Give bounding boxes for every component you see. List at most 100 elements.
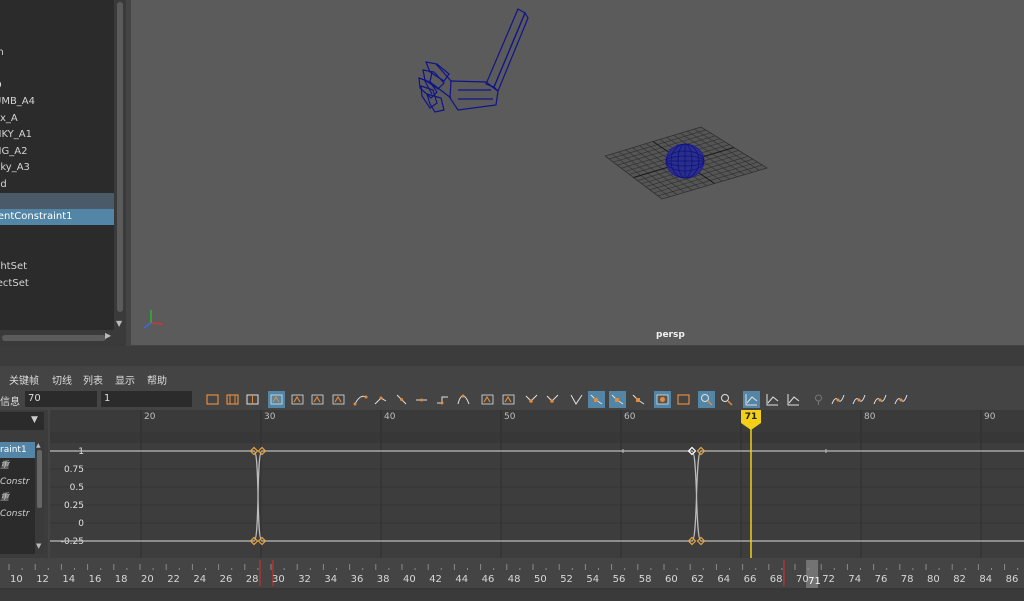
auto-load-button[interactable] — [675, 391, 692, 408]
outliner-item[interactable]: NKY_A1 — [0, 127, 114, 143]
graph-outliner-panel: ▼ raint1 重 Constr 重 Constr ▲ ▼ — [0, 410, 48, 558]
outliner-item[interactable]: nd — [0, 177, 114, 193]
pre-infinity-icon — [831, 394, 845, 405]
graph-outliner-list[interactable]: raint1 重 Constr 重 Constr — [0, 442, 35, 554]
offset-button[interactable] — [893, 391, 910, 408]
outliner-item[interactable]: jectSet — [0, 276, 114, 292]
outliner-item-label: NKY_A1 — [0, 129, 32, 140]
graph-outliner-scrollbar[interactable]: ▲ ▼ — [35, 442, 44, 554]
outliner-item[interactable]: D — [0, 78, 114, 94]
menu-tangents[interactable]: 切线 — [52, 372, 72, 387]
time-tick-label: 58 — [639, 574, 652, 585]
time-tick-label: 86 — [1006, 574, 1019, 585]
post-infinity-button[interactable] — [851, 391, 868, 408]
spline-tangent-button[interactable] — [352, 391, 369, 408]
menu-show[interactable]: 显示 — [115, 372, 135, 387]
cycle-button[interactable] — [872, 391, 889, 408]
outliner-item[interactable]: m — [0, 45, 114, 61]
normalize-button[interactable] — [630, 391, 647, 408]
outliner-filter-dropdown[interactable]: ▼ — [0, 412, 44, 430]
outliner-item[interactable]: UMB_A4 — [0, 94, 114, 110]
outliner-item[interactable]: NG_A2 — [0, 144, 114, 160]
perspective-viewport[interactable]: persp — [131, 0, 1024, 345]
offset-icon — [894, 394, 908, 405]
panel-splitter[interactable] — [0, 346, 1024, 366]
absolute-view-icon — [766, 394, 779, 406]
outliner-list[interactable]: m D UMB_A4 ex_A NKY_A1 NG_A2 nky_A3nd rentConst… — [0, 0, 114, 330]
frame-selection-button[interactable] — [224, 391, 241, 408]
flat-tangent-button[interactable] — [413, 391, 430, 408]
graph-outliner-item[interactable]: raint1 — [0, 442, 35, 458]
scroll-down-icon[interactable]: ▼ — [36, 542, 41, 550]
outliner-horizontal-scrollbar[interactable] — [0, 332, 114, 344]
normalized-view-button[interactable] — [785, 391, 802, 408]
outliner-item[interactable]: nky_A3 — [0, 160, 114, 176]
plateau-tangent-icon — [457, 394, 470, 405]
lattice-button[interactable] — [330, 391, 347, 408]
spline-tangent-icon — [353, 395, 368, 406]
stacked-view-button[interactable] — [743, 391, 760, 408]
graph-outliner-scroll-thumb[interactable] — [37, 450, 42, 508]
break-tangent-button[interactable] — [523, 391, 540, 408]
buffer-curve-button[interactable] — [479, 391, 496, 408]
graph-editor-menubar: 关键帧 切线 列表 显示 帮助 — [0, 366, 1024, 388]
range-slider-bar[interactable] — [0, 590, 1024, 601]
time-slider[interactable]: 10 12 14 16 18 20 22 24 26 28 30 32 34 36 38 40 42 44 46 48… — [0, 560, 1024, 590]
unify-tangent-button[interactable] — [544, 391, 561, 408]
time-tick-label: 68 — [770, 574, 783, 585]
free-weight-button[interactable] — [568, 391, 585, 408]
time-slider-ruler[interactable]: 10 12 14 16 18 20 22 24 26 28 30 32 34 36 38 40 42 44 46 48… — [0, 560, 1024, 590]
graph-outliner-item[interactable]: Constr — [0, 506, 35, 522]
plateau-tangent-button[interactable] — [455, 391, 472, 408]
snap-button[interactable] — [654, 391, 671, 408]
absolute-view-button[interactable] — [764, 391, 781, 408]
value-field[interactable] — [101, 391, 192, 407]
scroll-right-icon[interactable]: ▶ — [105, 331, 111, 340]
camera-label: persp — [656, 330, 685, 340]
insert-keys-button[interactable] — [289, 391, 306, 408]
linear-tangent-button[interactable] — [393, 391, 410, 408]
menu-list[interactable]: 列表 — [83, 372, 103, 387]
linear-tangent-icon — [396, 394, 407, 405]
scroll-up-icon[interactable]: ▲ — [36, 442, 41, 449]
time-tick-label: 66 — [744, 574, 757, 585]
scroll-down-icon[interactable]: ▼ — [116, 319, 122, 328]
auto-load-icon — [677, 394, 690, 405]
viewport-scene — [143, 8, 768, 329]
outliner-hscroll-thumb[interactable] — [2, 335, 106, 341]
clamped-tangent-button[interactable] — [372, 391, 389, 408]
menu-help[interactable]: 帮助 — [147, 372, 167, 387]
time-snap-button[interactable] — [718, 391, 735, 408]
outliner-scroll-thumb[interactable] — [117, 2, 123, 312]
time-tick-label: 70 — [796, 574, 809, 585]
menu-keys[interactable]: 关键帧 — [9, 372, 39, 387]
graph-outliner-item[interactable]: Constr — [0, 474, 35, 490]
graph-outliner-item[interactable]: 重 — [0, 490, 35, 506]
frame-field[interactable] — [25, 391, 97, 407]
pin-button[interactable] — [810, 391, 827, 408]
hand-rig-wireframe — [418, 8, 529, 113]
pre-infinity-button[interactable] — [830, 391, 847, 408]
graph-outliner-item[interactable]: 重 — [0, 458, 35, 474]
step-tangent-button[interactable] — [434, 391, 451, 408]
add-keys-button[interactable] — [309, 391, 326, 408]
time-tick-label: 10 — [10, 574, 23, 585]
outliner-item[interactable]: rentConstraint1 — [0, 209, 114, 225]
lock-weight-button[interactable] — [588, 391, 605, 408]
frame-all-button[interactable] — [204, 391, 221, 408]
y-tick-label: 1 — [78, 447, 84, 457]
outliner-row[interactable] — [0, 193, 114, 209]
move-keys-icon — [270, 394, 283, 405]
isolate-button[interactable] — [698, 391, 715, 408]
outliner-item[interactable]: ex_A — [0, 111, 114, 127]
outliner-vertical-scrollbar[interactable]: ▼ — [115, 0, 126, 330]
frame-ruler[interactable] — [50, 410, 1024, 432]
axis-gizmo-icon — [143, 310, 164, 329]
outliner-item[interactable]: ghtSet — [0, 259, 114, 275]
weighted-tangent-button[interactable] — [609, 391, 626, 408]
graph-editor-canvas[interactable]: 203040506070809010.750.50.250-0.2571 — [50, 410, 1024, 558]
frame-playback-button[interactable] — [244, 391, 261, 408]
move-keys-button[interactable] — [268, 391, 285, 408]
swap-buffer-button[interactable] — [500, 391, 517, 408]
current-frame-readout: 71 — [808, 576, 821, 587]
